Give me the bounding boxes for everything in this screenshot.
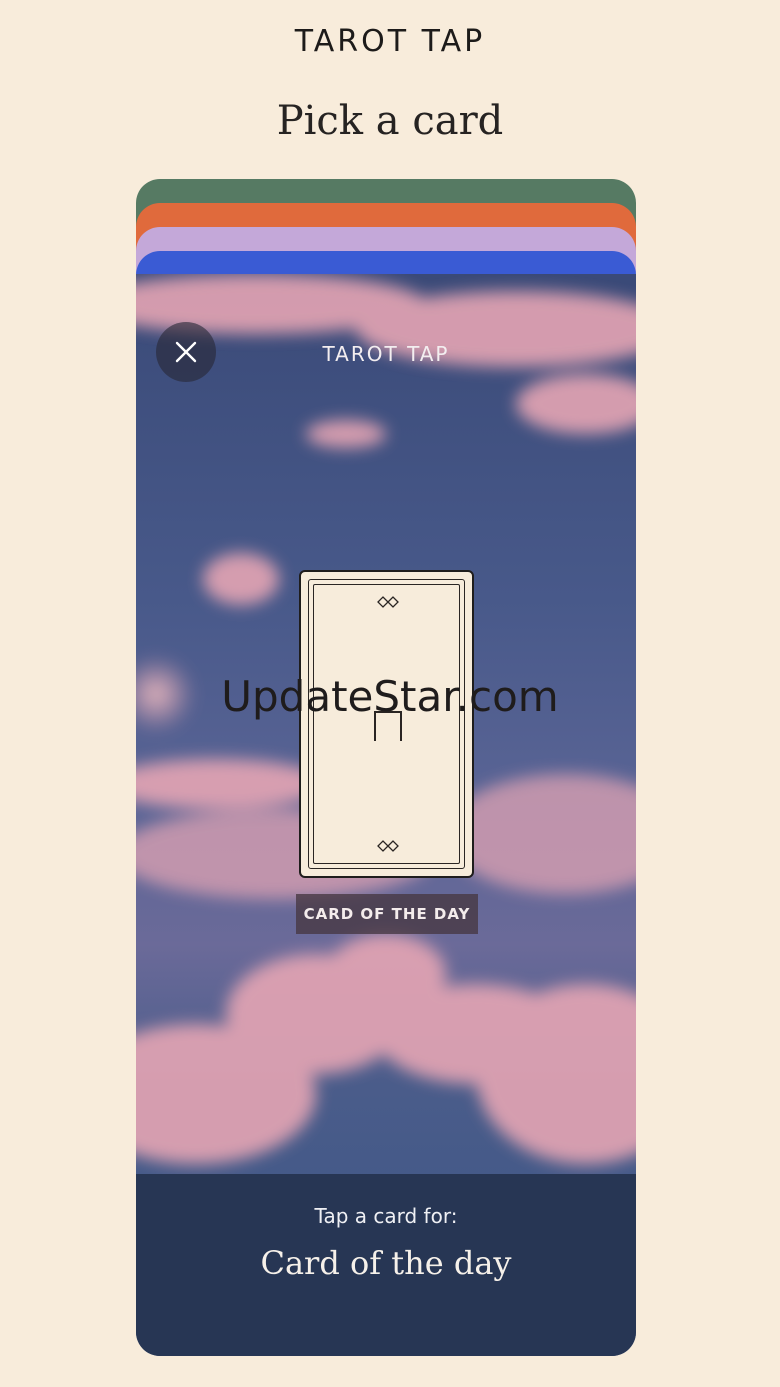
app-brand: TAROT TAP [294, 24, 486, 59]
watermark: UpdateStar.com [221, 672, 559, 721]
card-of-the-day-panel[interactable]: TAROT TAP CARD OF THE DAY Tap a card for… [136, 274, 636, 1356]
selection-label: Card of the day [260, 1244, 512, 1282]
panel-title: TAROT TAP [322, 342, 450, 366]
tarot-card[interactable] [299, 570, 474, 878]
card-of-the-day-badge: CARD OF THE DAY [296, 894, 478, 934]
card-top-ornament-icon [377, 596, 399, 608]
selection-footer: Tap a card for: Card of the day [136, 1174, 636, 1356]
tap-prompt: Tap a card for: [314, 1204, 458, 1228]
card-bottom-ornament-icon [377, 840, 399, 852]
page-title: Pick a card [276, 98, 504, 144]
